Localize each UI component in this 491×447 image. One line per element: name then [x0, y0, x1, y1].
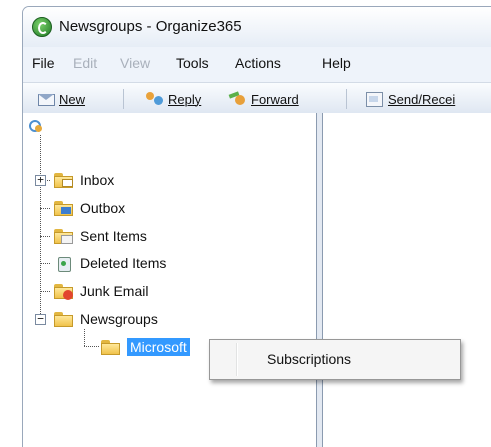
folder-item-inbox[interactable]: Inbox: [54, 170, 114, 190]
menu-view[interactable]: View: [120, 55, 150, 71]
app-logo-icon: [32, 17, 52, 37]
title-bar[interactable]: Newsgroups - Organize365: [23, 7, 491, 47]
new-button[interactable]: New: [37, 89, 85, 109]
folder-label-selected: Microsoft: [127, 338, 190, 356]
inbox-folder-icon: [54, 172, 74, 188]
outbox-folder-icon: [54, 200, 74, 216]
reply-button[interactable]: Reply: [146, 89, 201, 109]
folder-label: Inbox: [80, 172, 115, 188]
toolbar-separator: [123, 89, 124, 109]
folder-item-sent-items[interactable]: Sent Items: [54, 226, 147, 246]
expand-inbox-icon[interactable]: +: [35, 174, 46, 186]
folder-pane[interactable]: + Inbox Outbox Sent Items Deleted Items …: [23, 113, 317, 447]
tree-line: [40, 208, 50, 209]
folder-item-outbox[interactable]: Outbox: [54, 198, 125, 218]
tree-line: [40, 236, 50, 237]
tree-line: [40, 263, 50, 264]
folder-label: Sent Items: [80, 228, 147, 244]
folder-label: Newsgroups: [80, 311, 158, 327]
send-receive-button-label: Send/Recei: [388, 91, 456, 107]
accounts-root-icon[interactable]: [28, 117, 44, 133]
message-list-pane[interactable]: [323, 113, 491, 447]
folder-item-microsoft[interactable]: Microsoft: [101, 337, 190, 357]
toolbar-separator: [346, 89, 347, 109]
junk-email-folder-icon: [54, 283, 74, 300]
folder-icon: [54, 311, 74, 327]
forward-icon: [229, 91, 247, 107]
forward-button[interactable]: Forward: [229, 89, 299, 109]
menu-edit[interactable]: Edit: [73, 55, 97, 71]
menu-tools[interactable]: Tools: [176, 55, 209, 71]
menu-bar: File Edit View Tools Actions Help: [23, 47, 491, 77]
tree-line: [40, 291, 50, 292]
folder-item-newsgroups[interactable]: Newsgroups: [54, 309, 158, 329]
tree-line: [84, 329, 85, 346]
menu-actions[interactable]: Actions: [235, 55, 281, 71]
sent-items-folder-icon: [54, 228, 74, 244]
reply-icon: [146, 91, 164, 107]
new-button-label: New: [59, 91, 86, 107]
tree-line: [84, 346, 99, 347]
send-receive-button[interactable]: Send/Recei: [366, 89, 455, 109]
toolbar: New Reply Forward Send/Recei: [23, 82, 491, 114]
menu-help[interactable]: Help: [322, 55, 351, 71]
folder-icon: [101, 339, 121, 355]
context-menu-item-subscriptions[interactable]: Subscriptions: [213, 343, 457, 374]
send-receive-icon: [366, 91, 384, 107]
folder-label: Outbox: [80, 200, 126, 216]
folder-item-deleted-items[interactable]: Deleted Items: [54, 253, 166, 273]
collapse-newsgroups-icon[interactable]: −: [35, 313, 46, 325]
folder-item-junk-email[interactable]: Junk Email: [54, 281, 148, 301]
reply-button-label: Reply: [168, 91, 202, 107]
new-mail-icon: [37, 91, 55, 107]
recycle-bin-icon: [54, 255, 74, 272]
menu-file[interactable]: File: [32, 55, 55, 71]
window-title: Newsgroups - Organize365: [59, 18, 242, 35]
forward-button-label: Forward: [251, 91, 299, 107]
context-menu: Subscriptions: [209, 339, 461, 380]
folder-label: Deleted Items: [80, 255, 167, 271]
context-menu-item-label: Subscriptions: [267, 350, 352, 367]
folder-label: Junk Email: [80, 283, 149, 299]
main-window: Newsgroups - Organize365 File Edit View …: [22, 6, 491, 447]
